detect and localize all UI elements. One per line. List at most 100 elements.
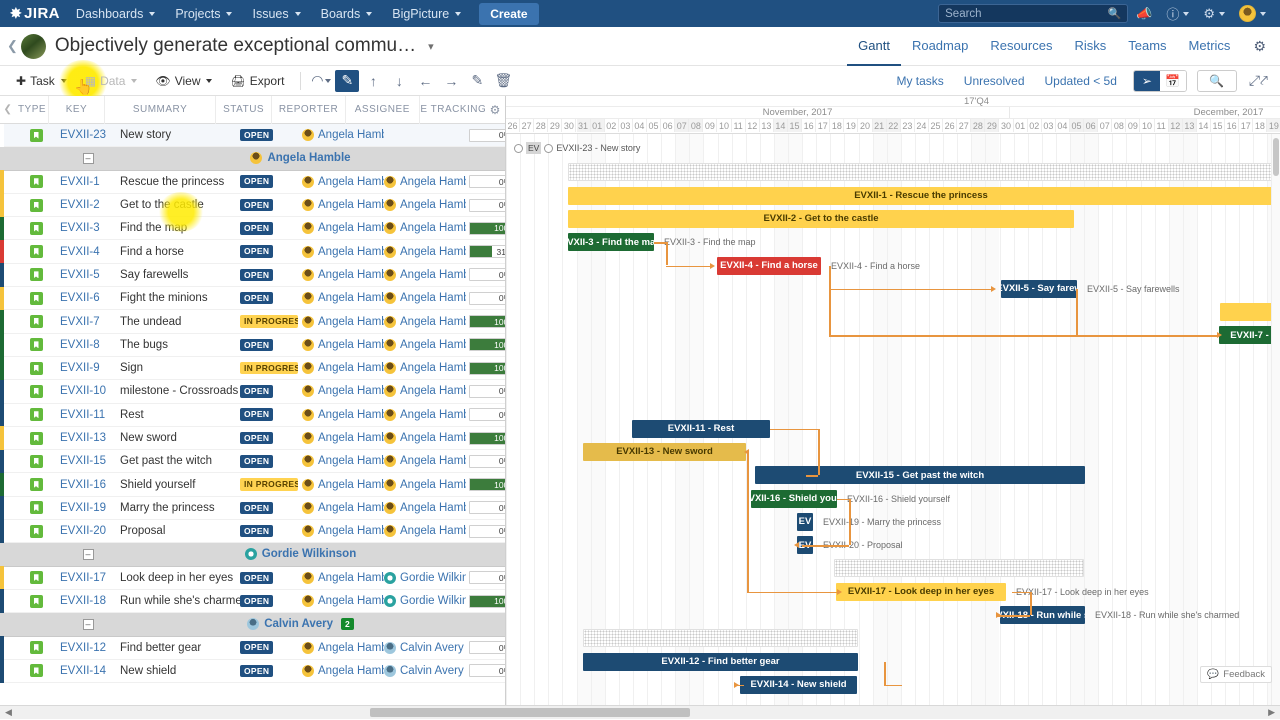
issue-type-icon[interactable] <box>18 594 54 608</box>
create-button[interactable]: Create <box>479 2 539 25</box>
tab-roadmap[interactable]: Roadmap <box>901 27 979 66</box>
marker-circle-icon[interactable] <box>544 143 554 153</box>
gantt-bar[interactable]: EVXII-4 - Find a horse <box>717 256 821 275</box>
status-badge[interactable]: IN PROGRESS <box>240 478 302 491</box>
issue-type-icon[interactable] <box>18 221 54 235</box>
issue-type-icon[interactable] <box>18 291 54 305</box>
collapse-toggle-icon[interactable]: – <box>82 152 94 164</box>
issue-summary[interactable]: Shield yourself <box>116 479 240 491</box>
assignee-cell[interactable]: Calvin Avery <box>384 664 466 677</box>
table-row[interactable]: EVXII-18 Run while she's charmed OPEN Angel… <box>0 589 505 614</box>
pencil-icon[interactable]: ✎ <box>465 70 489 92</box>
issue-type-icon[interactable] <box>18 571 54 585</box>
issue-summary[interactable]: The bugs <box>116 339 240 351</box>
status-badge[interactable]: IN PROGRESS <box>240 315 302 328</box>
search-icon[interactable]: 🔍 <box>1196 69 1237 92</box>
issue-key-link[interactable]: EVXII-1 <box>54 176 116 188</box>
nav-item-bigpicture[interactable]: BigPicture <box>382 1 471 27</box>
issue-key-link[interactable]: EVXII-17 <box>54 572 116 584</box>
gear-icon[interactable]: ⚙ <box>1241 38 1270 55</box>
issue-key-link[interactable]: EVXII-23 <box>54 129 116 141</box>
issue-key-link[interactable]: EVXII-12 <box>54 642 116 654</box>
table-row[interactable]: EVXII-20ProposalOPEN Angela Hamble Angela … <box>0 519 505 544</box>
table-row[interactable]: EVXII-4Find a horseOPEN Angela Hamble Ange… <box>0 239 505 264</box>
horizontal-scrollbar[interactable]: ◀ ▶ <box>0 705 1280 719</box>
time-tracking-cell[interactable]: 0% <box>466 664 505 678</box>
time-tracking-cell[interactable]: 100% <box>466 221 505 235</box>
issue-summary[interactable]: Find better gear <box>116 642 240 654</box>
reporter-cell[interactable]: Angela Hamble <box>302 501 384 514</box>
status-badge[interactable]: OPEN <box>240 338 302 352</box>
reporter-cell[interactable]: Angela Hamble <box>302 245 384 258</box>
assignee-cell[interactable]: Angela Hamble <box>384 501 466 514</box>
time-tracking-cell[interactable]: 0% <box>466 408 505 422</box>
column-header-assignee[interactable]: ASSIGNEE <box>346 104 419 115</box>
time-tracking-cell[interactable]: 0% <box>466 175 505 189</box>
scroll-right-icon[interactable]: ▶ <box>1268 707 1275 718</box>
time-tracking-cell[interactable]: 0% <box>466 501 505 515</box>
time-tracking-cell[interactable]: 100% <box>466 361 505 375</box>
assignee-cell[interactable]: Angela Hamble <box>384 199 466 212</box>
feedback-button[interactable]: 💬 Feedback <box>1200 666 1272 683</box>
reporter-cell[interactable]: Angela Hamble <box>302 455 384 468</box>
gantt-bar[interactable]: EVXII-17 - Look deep in her eyes <box>836 582 1006 601</box>
reporter-cell[interactable]: Angela Hamble <box>302 268 384 281</box>
issue-key-link[interactable]: EVXII-16 <box>54 479 116 491</box>
assignee-cell[interactable]: Angela Hamble <box>384 222 466 235</box>
issue-summary[interactable]: Get to the castle <box>116 199 240 211</box>
issue-type-icon[interactable] <box>18 501 54 515</box>
issue-key-link[interactable]: EVXII-9 <box>54 362 116 374</box>
nav-item-dashboards[interactable]: Dashboards <box>66 1 165 27</box>
table-row[interactable]: EVXII-10 milestone - Crossroads OPEN Angela… <box>0 379 505 404</box>
group-header-row[interactable]: – Gordie Wilkinson <box>0 543 505 567</box>
issue-summary[interactable]: milestone - Crossroads <box>116 385 240 397</box>
issue-type-icon[interactable] <box>18 454 54 468</box>
issue-type-icon[interactable] <box>18 408 54 422</box>
assignee-cell[interactable]: Angela Hamble <box>384 338 466 351</box>
reporter-cell[interactable]: Angela Hamble <box>302 292 384 305</box>
status-badge[interactable]: IN PROGRESS <box>240 361 302 375</box>
assignee-cell[interactable]: Calvin Avery <box>384 641 466 654</box>
reporter-cell[interactable]: Angela Hamble <box>302 129 384 142</box>
column-header-time-tracking[interactable]: TIME TRACKING[ Σ | <box>420 104 486 115</box>
time-tracking-cell[interactable]: 0% <box>466 128 505 142</box>
grid-scroll-left-icon[interactable]: ❮ <box>0 104 16 115</box>
time-tracking-cell[interactable]: 100% <box>466 594 505 608</box>
gantt-bar[interactable]: EVXII-2 - Get to the castle <box>568 209 1074 228</box>
issue-key-link[interactable]: EVXII-4 <box>54 246 116 258</box>
reporter-cell[interactable]: Angela Hamble <box>302 525 384 538</box>
assignee-cell[interactable]: Angela Hamble <box>384 432 466 444</box>
time-tracking-cell[interactable]: 0% <box>466 198 505 212</box>
issue-type-icon[interactable] <box>18 268 54 282</box>
group-header-row[interactable]: – Angela Hamble <box>0 147 505 171</box>
help-icon[interactable]: ⓘ <box>1160 1 1195 26</box>
issue-key-link[interactable]: EVXII-11 <box>54 409 116 421</box>
time-tracking-cell[interactable]: 100% <box>466 478 505 492</box>
time-tracking-cell[interactable]: 31% <box>466 245 505 259</box>
issue-summary[interactable]: Proposal <box>116 525 240 537</box>
issue-type-icon[interactable] <box>18 198 54 212</box>
settings-icon[interactable]: ⚙ <box>1197 3 1231 25</box>
assignee-cell[interactable]: Angela Hamble <box>384 478 466 491</box>
gantt-bar[interactable]: EVXII-14 - New shield <box>740 675 857 694</box>
table-row[interactable]: EVXII-3Find the mapOPEN Angela Hamble Ange… <box>0 216 505 241</box>
issue-summary[interactable]: Find the map <box>116 222 240 234</box>
table-row[interactable]: EVXII-5Say farewellsOPEN Angela Hamble Ang… <box>0 263 505 288</box>
reporter-cell[interactable]: Angela Hamble <box>302 641 384 654</box>
issue-type-icon[interactable] <box>18 664 54 678</box>
status-badge[interactable]: OPEN <box>240 175 302 188</box>
tab-metrics[interactable]: Metrics <box>1178 27 1242 66</box>
reporter-cell[interactable]: Angela Hamble <box>302 432 384 444</box>
issue-key-link[interactable]: EVXII-6 <box>54 292 116 304</box>
group-collapse-cell[interactable]: – <box>54 548 116 560</box>
issue-key-link[interactable]: EVXII-5 <box>54 269 116 281</box>
table-row[interactable]: EVXII-1 Rescue the princess OPEN Angela Ham… <box>0 170 505 194</box>
reporter-cell[interactable]: Angela Hamble <box>302 385 384 398</box>
issue-key-link[interactable]: EVXII-10 <box>54 385 116 397</box>
issue-key-link[interactable]: EVXII-14 <box>54 665 116 677</box>
reporter-cell[interactable]: Angela Hamble <box>302 315 384 328</box>
gantt-bar[interactable]: EVXII-16 - Shield yours <box>751 489 837 508</box>
time-tracking-cell[interactable]: 100% <box>466 315 505 329</box>
issue-summary[interactable]: Rest <box>116 409 240 421</box>
time-tracking-cell[interactable]: 0% <box>466 524 505 538</box>
